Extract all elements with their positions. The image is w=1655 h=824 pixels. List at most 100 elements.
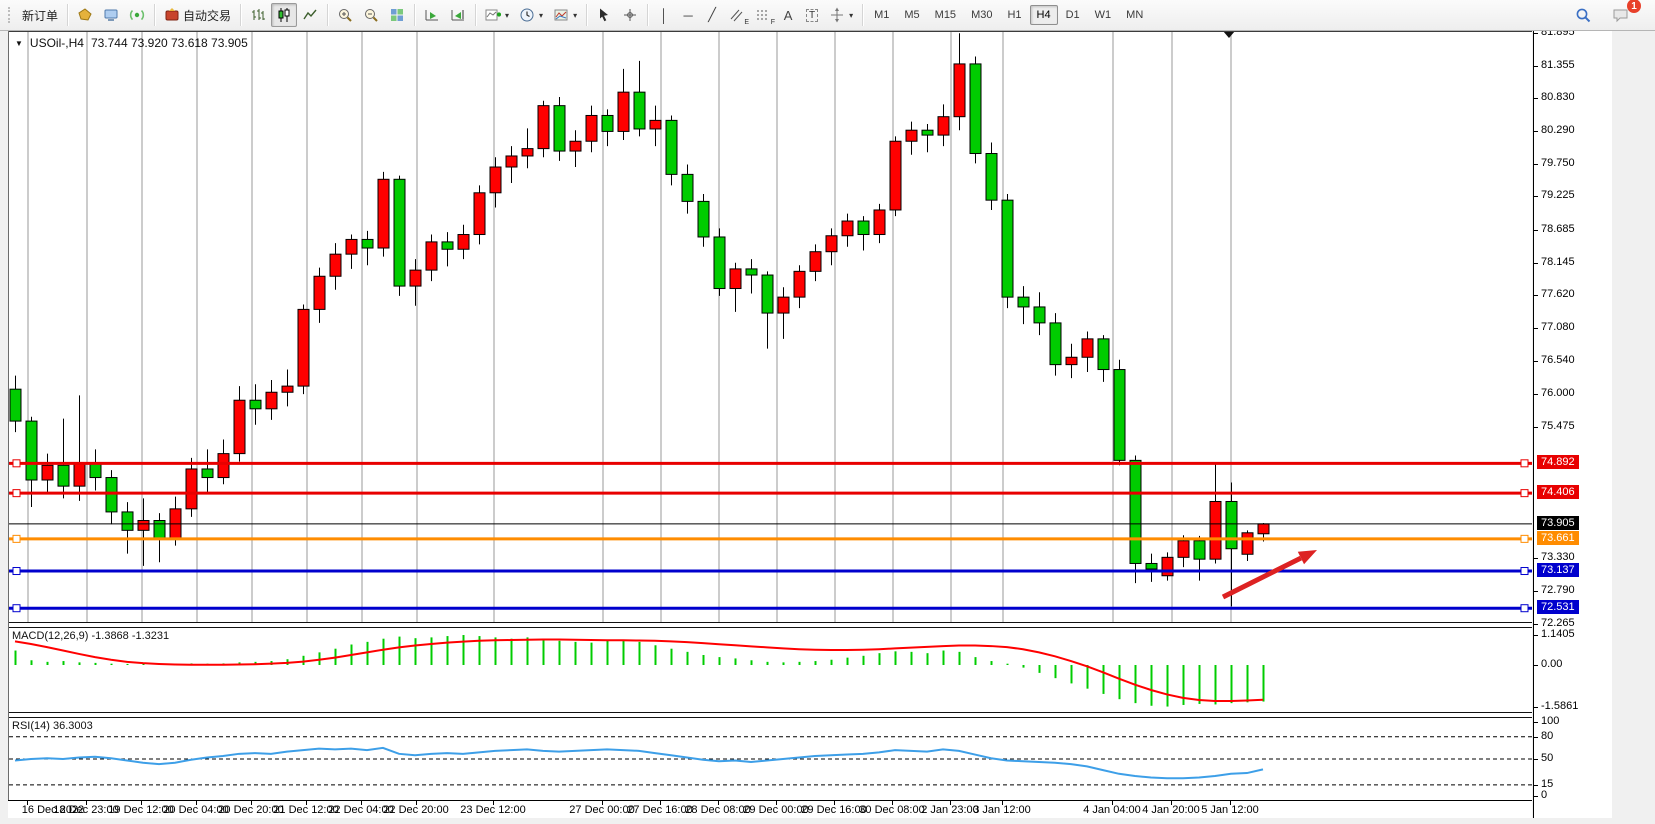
tile-windows-button[interactable] — [384, 3, 410, 27]
price-tick-label: 79.225 — [1541, 189, 1575, 201]
chart-title: ▼ USOil-,H4 73.744 73.920 73.618 73.905 — [15, 36, 248, 50]
price-tick-label: 80 — [1541, 730, 1553, 742]
timeframe-h4-button[interactable]: H4 — [1030, 5, 1058, 25]
new-order-button[interactable]: 新订单 — [17, 3, 63, 27]
rsi-value: 36.3003 — [53, 720, 93, 732]
search-icon — [1575, 7, 1592, 24]
chart-shift-button[interactable] — [445, 3, 471, 27]
bar-chart-button[interactable] — [245, 3, 271, 27]
shapes-button[interactable]: ▾ — [824, 3, 858, 27]
time-tick-label: 3 Jan 12:00 — [957, 804, 1047, 816]
auto-scroll-button[interactable] — [419, 3, 445, 27]
macd-pane[interactable]: MACD(12,26,9) -1.3868 -1.3231 — [9, 628, 1532, 712]
timeframe-m1-button[interactable]: M1 — [867, 5, 896, 25]
notification-badge: 1 — [1627, 0, 1641, 13]
time-tick-label: 5 Jan 12:00 — [1185, 804, 1275, 816]
gold-coins-icon — [77, 7, 93, 23]
rsi-canvas[interactable] — [9, 718, 1532, 800]
timeframe-m15-button[interactable]: M15 — [928, 5, 963, 25]
trendline-button[interactable]: ╱ — [700, 3, 724, 27]
price-line-label: 72.531 — [1537, 600, 1579, 614]
price-tick-label: 50 — [1541, 752, 1553, 764]
zoom-out-button[interactable] — [358, 3, 384, 27]
chart-menu-icon[interactable]: ▼ — [15, 39, 23, 48]
price-line-label: 74.892 — [1537, 455, 1579, 469]
line-chart-icon — [302, 7, 318, 23]
periods-button[interactable]: ▾ — [514, 3, 548, 27]
signal-icon — [129, 7, 145, 23]
fibonacci-button[interactable]: F — [750, 3, 776, 27]
main-chart-canvas[interactable] — [9, 32, 1532, 622]
dropdown-icon: ▾ — [849, 11, 853, 20]
timeframe-m5-button[interactable]: M5 — [897, 5, 926, 25]
timeframe-h1-button[interactable]: H1 — [1000, 5, 1028, 25]
price-tick-label: 72.790 — [1541, 584, 1575, 596]
rsi-pane[interactable]: RSI(14) 36.3003 — [9, 718, 1532, 800]
price-tick-label: 77.080 — [1541, 321, 1575, 333]
macd-values: -1.3868 -1.3231 — [91, 630, 169, 642]
auto-trading-button[interactable]: 自动交易 — [159, 3, 236, 27]
signals-button[interactable] — [124, 3, 150, 27]
bar-chart-icon — [250, 7, 266, 23]
horizontal-line-icon: ─ — [683, 8, 692, 23]
toolbar-grip — [8, 7, 12, 23]
search-button[interactable] — [1570, 3, 1597, 27]
equidistant-channel-button[interactable]: E — [724, 3, 750, 27]
price-tick-label: 72.265 — [1541, 617, 1575, 629]
text-button[interactable]: A — [776, 3, 800, 27]
new-order-label: 新订单 — [22, 7, 58, 24]
zoom-in-icon — [337, 7, 353, 23]
terminal-button[interactable] — [98, 3, 124, 27]
vertical-line-button[interactable]: │ — [652, 3, 676, 27]
right-gutter — [1612, 31, 1655, 824]
timeframe-w1-button[interactable]: W1 — [1088, 5, 1119, 25]
crosshair-button[interactable] — [617, 3, 643, 27]
tile-windows-icon — [389, 7, 405, 23]
trendline-icon: ╱ — [708, 7, 716, 23]
chart-shift-icon — [450, 7, 466, 23]
clock-icon — [519, 7, 535, 23]
channel-letter: E — [744, 19, 749, 26]
vertical-line-icon: │ — [660, 8, 668, 23]
cursor-button[interactable] — [591, 3, 617, 27]
window-edge — [0, 818, 1655, 824]
time-axis[interactable]: 16 Dec 202218 Dec 23:0019 Dec 12:0020 De… — [8, 800, 1532, 818]
price-tick-label: 77.620 — [1541, 288, 1575, 300]
candlestick-chart-button[interactable] — [271, 3, 297, 27]
rsi-label: RSI(14) 36.3003 — [12, 720, 93, 732]
terminal-icon — [103, 7, 119, 23]
price-line-label: 74.406 — [1537, 485, 1579, 499]
templates-button[interactable]: ▾ — [548, 3, 582, 27]
price-tick-label: 80.830 — [1541, 91, 1575, 103]
timeframe-mn-button[interactable]: MN — [1119, 5, 1150, 25]
macd-label: MACD(12,26,9) -1.3868 -1.3231 — [12, 630, 169, 642]
indicators-button[interactable]: ▾ — [480, 3, 514, 27]
zoom-in-button[interactable] — [332, 3, 358, 27]
horizontal-line-button[interactable]: ─ — [676, 3, 700, 27]
chart-symbol-period: USOil-,H4 — [30, 36, 84, 50]
main-chart-pane[interactable]: ▼ USOil-,H4 73.744 73.920 73.618 73.905 — [9, 31, 1532, 622]
price-line-label: 73.905 — [1537, 516, 1579, 530]
price-axis[interactable]: 81.89581.35580.83080.29079.75079.22578.6… — [1533, 31, 1612, 818]
auto-trading-label: 自动交易 — [183, 7, 231, 24]
cursor-icon — [596, 7, 612, 23]
deposit-button[interactable] — [72, 3, 98, 27]
macd-canvas[interactable] — [9, 628, 1532, 712]
chart-shift-marker[interactable] — [1223, 31, 1235, 38]
candlestick-chart-icon — [276, 7, 292, 23]
candles-series — [10, 33, 1269, 606]
timeframe-d1-button[interactable]: D1 — [1059, 5, 1087, 25]
time-tick-label: 23 Dec 12:00 — [448, 804, 538, 816]
line-chart-button[interactable] — [297, 3, 323, 27]
timeframe-m30-button[interactable]: M30 — [964, 5, 999, 25]
dropdown-icon: ▾ — [573, 11, 577, 20]
crosshair-icon — [622, 7, 638, 23]
timeframe-buttons: M1M5M15M30H1H4D1W1MN — [867, 5, 1150, 25]
notifications-button[interactable]: 1 — [1607, 3, 1635, 27]
price-tick-label: 76.000 — [1541, 387, 1575, 399]
text-label-icon: T — [806, 9, 818, 22]
auto-scroll-icon — [424, 7, 440, 23]
add-indicator-icon — [485, 7, 501, 23]
price-tick-label: 75.475 — [1541, 420, 1575, 432]
text-label-button[interactable]: T — [800, 3, 824, 27]
